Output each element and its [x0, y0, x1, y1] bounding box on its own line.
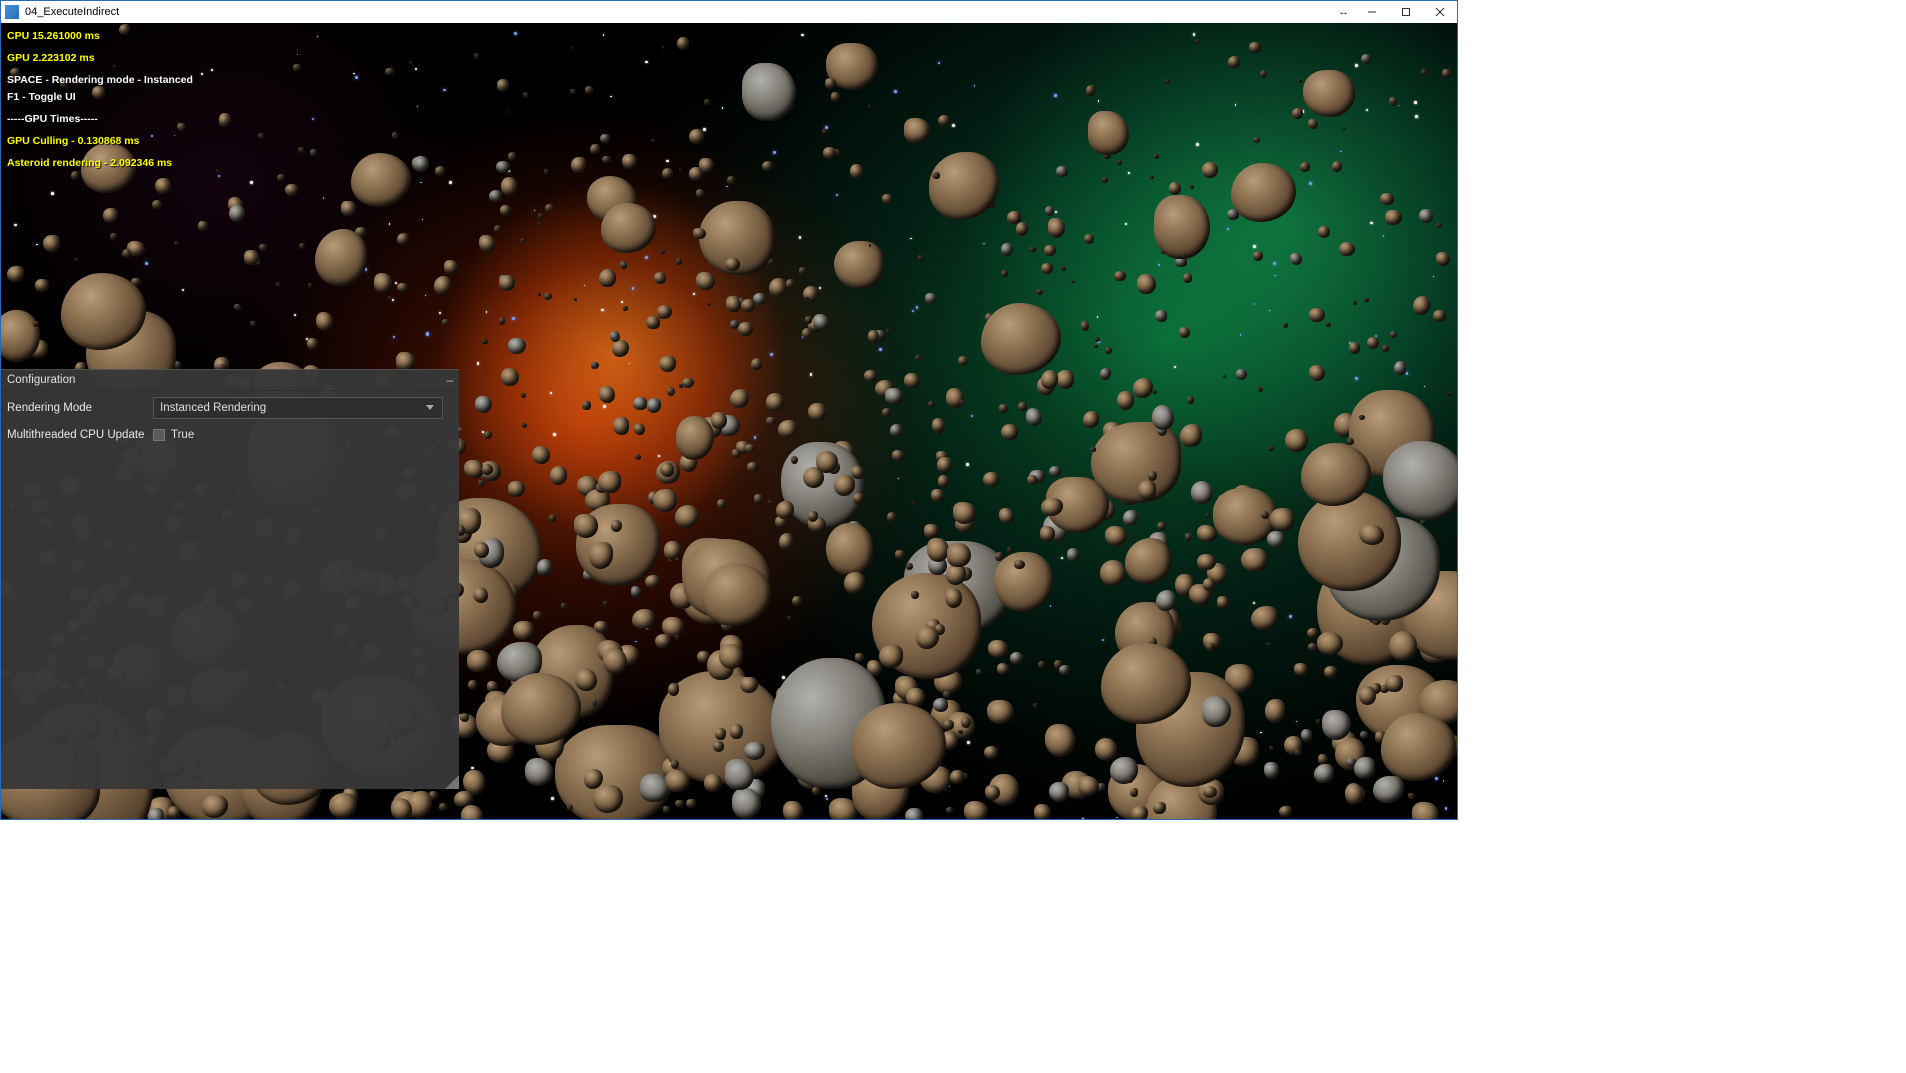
multithreaded-checkbox[interactable]: [153, 429, 165, 441]
collapse-icon[interactable]: –: [446, 373, 453, 387]
gpu-time-text: GPU 2.223102 ms: [7, 51, 193, 67]
application-window: 04_ExecuteIndirect ↔ CPU 15.261000 ms GP…: [0, 0, 1458, 820]
gpu-culling-text: GPU Culling - 0.130868 ms: [7, 134, 193, 150]
cpu-time-text: CPU 15.261000 ms: [7, 29, 193, 45]
maximize-icon: [1401, 7, 1411, 17]
rendering-mode-row: Rendering Mode Instanced Rendering: [7, 397, 453, 419]
multithreaded-value: True: [171, 429, 194, 441]
window-controls: [1355, 1, 1457, 23]
rendering-mode-value: Instanced Rendering: [160, 402, 266, 414]
multithreaded-label: Multithreaded CPU Update: [7, 429, 153, 441]
app-icon: [5, 5, 19, 19]
minimize-icon: [1367, 7, 1377, 17]
resize-grip-icon[interactable]: [445, 775, 459, 789]
hint-rendering-mode: SPACE - Rendering mode - Instanced: [7, 73, 193, 89]
render-viewport[interactable]: CPU 15.261000 ms GPU 2.223102 ms SPACE -…: [1, 23, 1457, 819]
configuration-title: Configuration: [7, 374, 75, 386]
window-title: 04_ExecuteIndirect: [25, 6, 1338, 18]
multithreaded-row: Multithreaded CPU Update True: [7, 429, 453, 441]
gpu-times-header: -----GPU Times-----: [7, 112, 193, 128]
window-titlebar[interactable]: 04_ExecuteIndirect ↔: [1, 1, 1457, 23]
configuration-body: Rendering Mode Instanced Rendering Multi…: [1, 391, 459, 789]
multithreaded-checkbox-wrap[interactable]: True: [153, 429, 453, 441]
chevron-down-icon: [424, 401, 436, 416]
minimize-button[interactable]: [1355, 1, 1389, 23]
resize-horizontal-icon[interactable]: ↔: [1338, 6, 1349, 18]
close-button[interactable]: [1423, 1, 1457, 23]
rendering-mode-dropdown[interactable]: Instanced Rendering: [153, 397, 443, 419]
close-icon: [1435, 7, 1445, 17]
asteroid-rendering-text: Asteroid rendering - 2.092346 ms: [7, 156, 193, 172]
stats-overlay: CPU 15.261000 ms GPU 2.223102 ms SPACE -…: [7, 29, 193, 173]
maximize-button[interactable]: [1389, 1, 1423, 23]
hint-toggle-ui: F1 - Toggle UI: [7, 90, 193, 106]
configuration-panel[interactable]: Configuration – Rendering Mode Instanced…: [1, 369, 459, 789]
configuration-header[interactable]: Configuration –: [1, 370, 459, 391]
rendering-mode-label: Rendering Mode: [7, 402, 153, 414]
